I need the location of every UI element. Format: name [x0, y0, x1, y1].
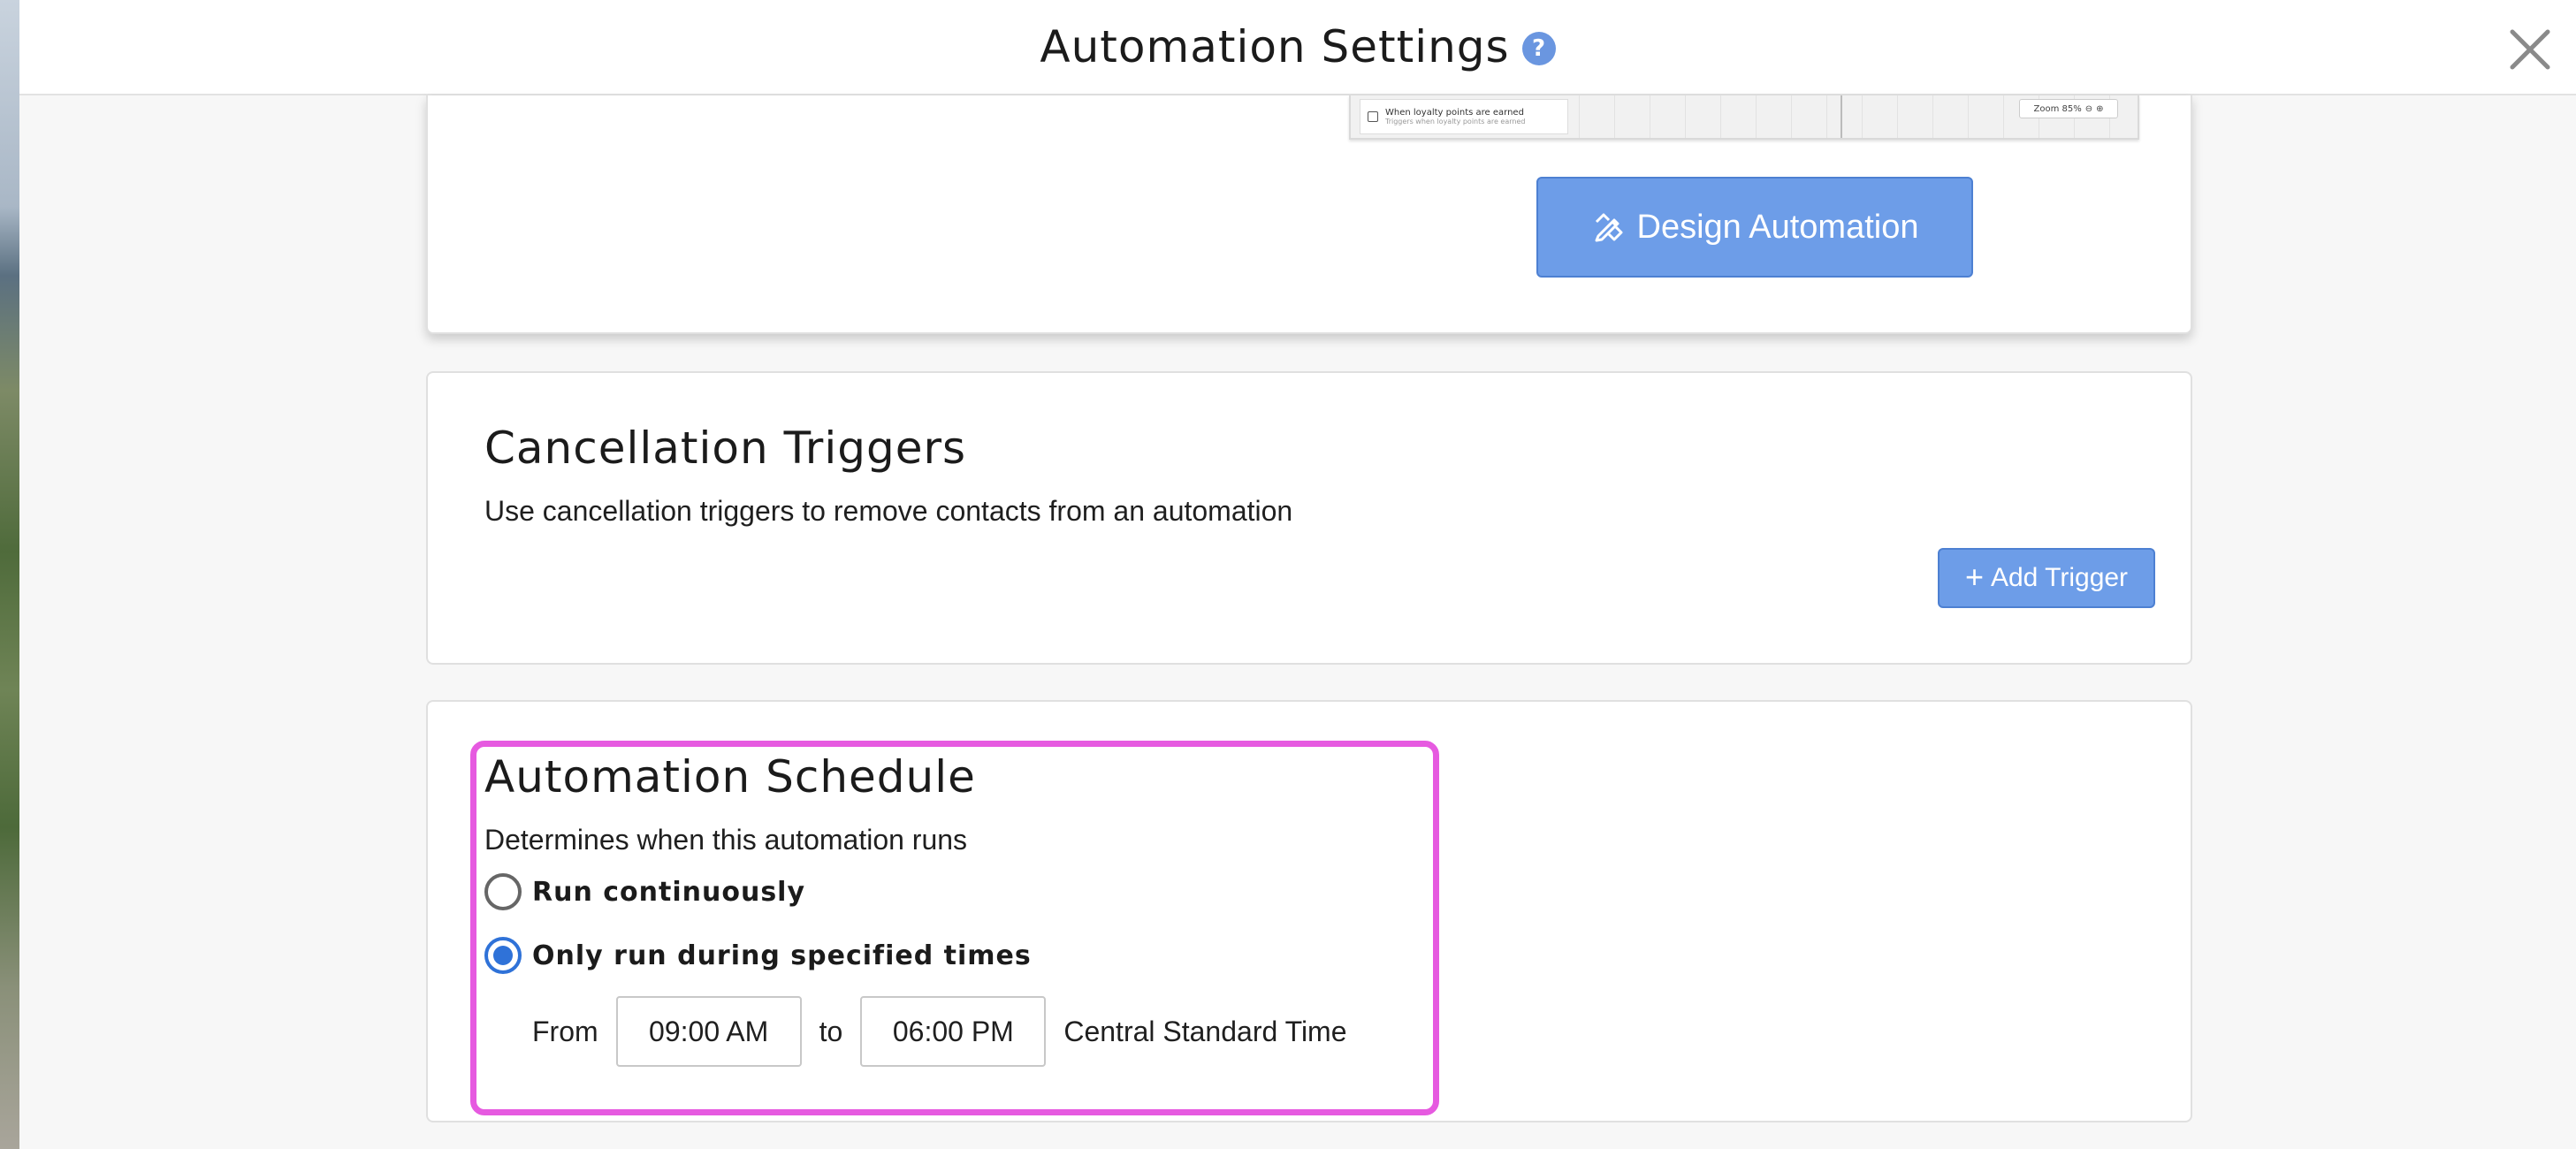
- design-automation-label: Design Automation: [1636, 208, 1919, 246]
- plus-icon: +: [1964, 558, 1984, 595]
- preview-divider: [1841, 95, 1842, 138]
- automation-preview-thumbnail[interactable]: When loyalty points are earned Triggers …: [1349, 95, 2139, 140]
- run-continuously-label: Run continuously: [532, 876, 806, 908]
- zoom-out-icon: ⊖: [2084, 103, 2093, 114]
- trigger-icon: [1368, 111, 1378, 122]
- modal-header: Automation Settings ?: [19, 0, 2576, 95]
- to-label: to: [819, 1015, 843, 1047]
- run-continuously-radio[interactable]: [484, 873, 522, 910]
- preview-trigger-title: When loyalty points are earned: [1385, 108, 1524, 118]
- time-range-row: From 09:00 AM to 06:00 PM Central Standa…: [532, 995, 1347, 1068]
- preview-zoom-label: Zoom 85%: [2033, 103, 2082, 114]
- design-automation-button[interactable]: Design Automation: [1536, 177, 1973, 278]
- start-time-input[interactable]: 09:00 AM: [615, 996, 802, 1067]
- schedule-description: Determines when this automation runs: [484, 824, 968, 856]
- background-photo-strip: [0, 0, 19, 1149]
- preview-trigger-text: When loyalty points are earned Triggers …: [1385, 108, 1525, 126]
- specified-times-radio[interactable]: [484, 937, 522, 974]
- close-icon[interactable]: [2507, 27, 2553, 72]
- design-automation-card: When loyalty points are earned Triggers …: [426, 95, 2192, 334]
- automation-schedule-card: Automation Schedule Determines when this…: [426, 700, 2192, 1122]
- pencil-ruler-icon: [1595, 213, 1622, 242]
- automation-settings-modal: Automation Settings ? When loyalty point…: [19, 0, 2576, 1149]
- schedule-title: Automation Schedule: [484, 751, 976, 803]
- preview-zoom-control: Zoom 85% ⊖ ⊕: [2019, 99, 2118, 118]
- add-trigger-button[interactable]: + Add Trigger: [1938, 548, 2155, 608]
- run-continuously-option[interactable]: Run continuously: [484, 873, 805, 910]
- page-title: Automation Settings: [1040, 21, 1510, 72]
- end-time-input[interactable]: 06:00 PM: [860, 996, 1047, 1067]
- preview-trigger-node: When loyalty points are earned Triggers …: [1360, 99, 1568, 134]
- timezone-label: Central Standard Time: [1063, 1015, 1347, 1047]
- help-icon[interactable]: ?: [1521, 32, 1556, 65]
- add-trigger-label: Add Trigger: [1990, 563, 2129, 592]
- cancellation-description: Use cancellation triggers to remove cont…: [484, 495, 1293, 527]
- cancellation-triggers-card: Cancellation Triggers Use cancellation t…: [426, 371, 2192, 665]
- specified-times-label: Only run during specified times: [532, 940, 1032, 971]
- from-label: From: [532, 1015, 598, 1047]
- header-title-group: Automation Settings ?: [19, 19, 2576, 74]
- specified-times-option[interactable]: Only run during specified times: [484, 937, 1032, 974]
- zoom-in-icon: ⊕: [2096, 103, 2104, 114]
- cancellation-title: Cancellation Triggers: [484, 422, 967, 474]
- preview-trigger-subtitle: Triggers when loyalty points are earned: [1385, 118, 1526, 126]
